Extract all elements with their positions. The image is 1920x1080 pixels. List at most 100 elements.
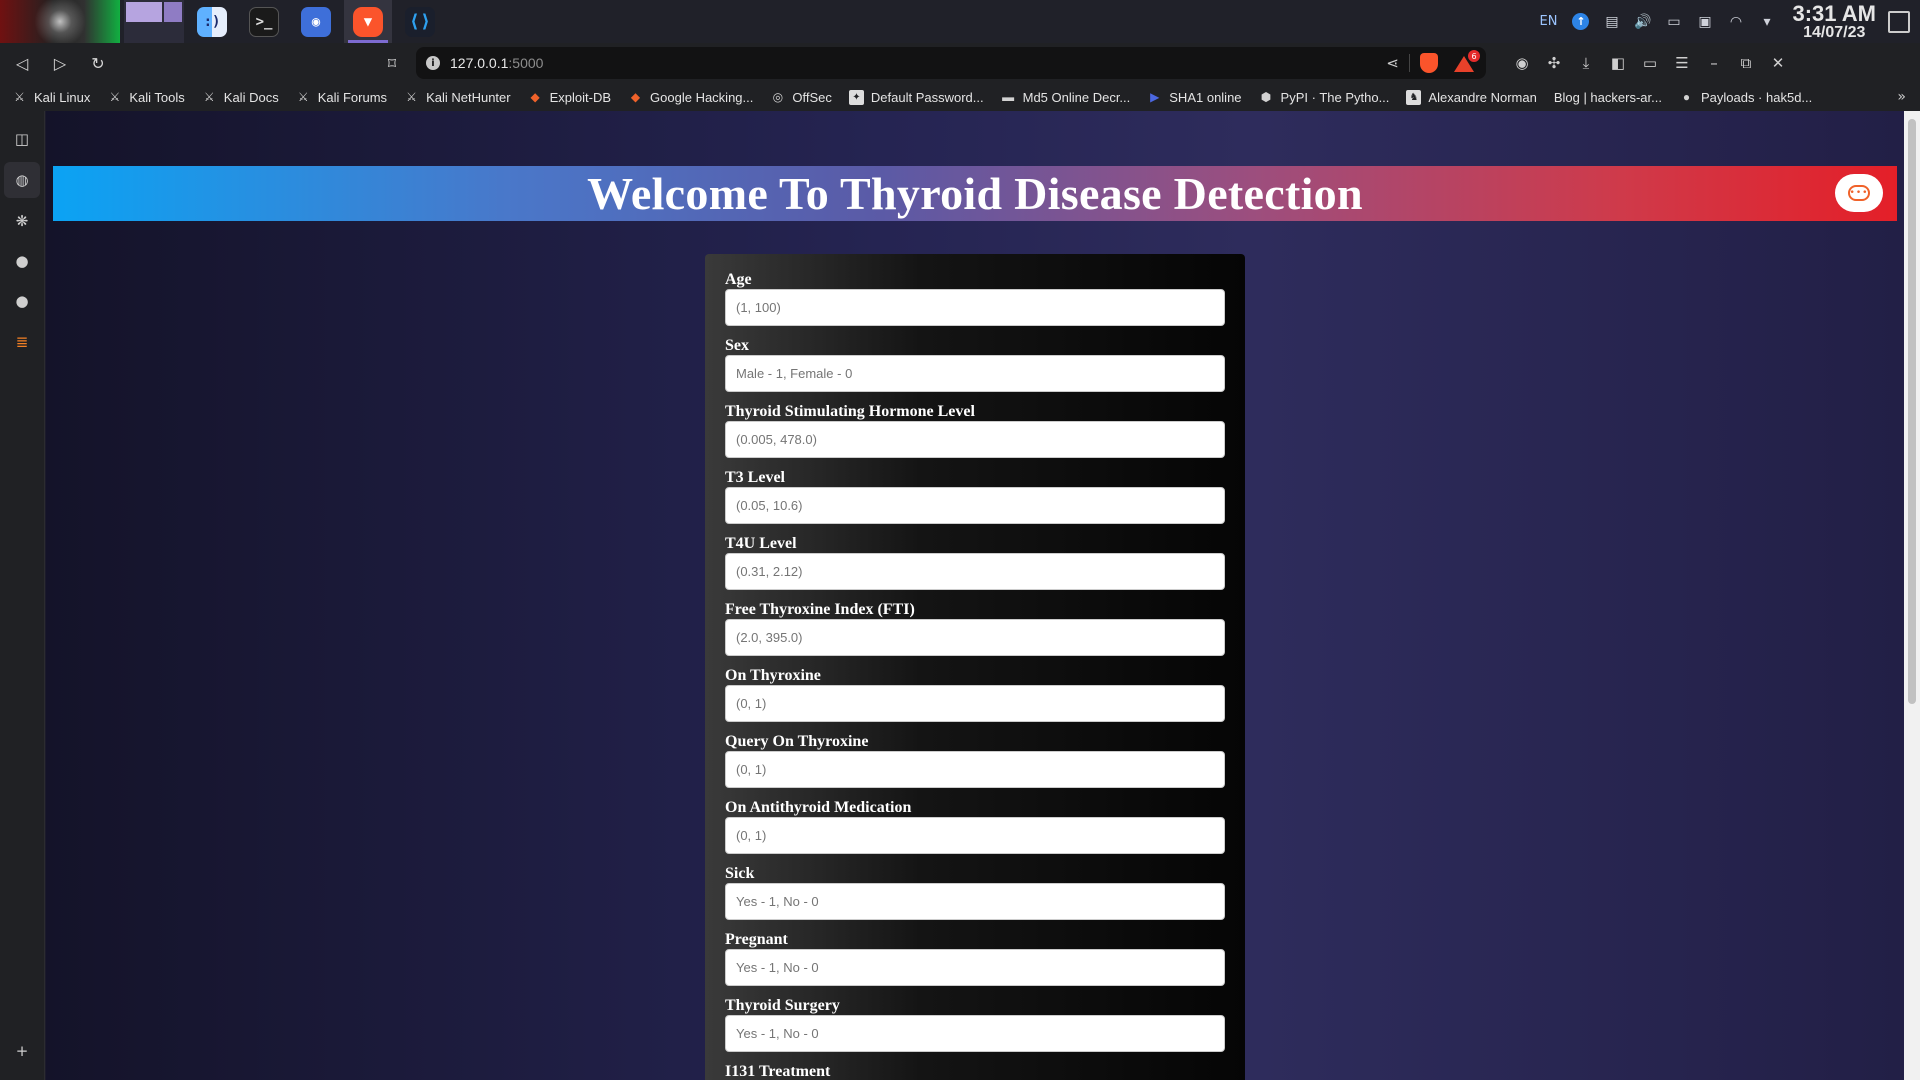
workspace-switcher[interactable] [124,0,184,43]
show-desktop-button[interactable] [1888,10,1910,33]
field-query-on-thyroxine: Query On Thyroxine [725,732,1225,788]
t3-input[interactable] [725,487,1225,524]
sidebar-panel-icon[interactable]: ◫ [11,128,33,150]
people-icon: ◉ [301,6,331,37]
clipboard-icon[interactable]: ▤ [1603,13,1620,30]
restore-icon[interactable]: ⧉ [1730,47,1762,79]
bookmark-label: Md5 Online Decr... [1022,89,1131,105]
tsh-input[interactable] [725,421,1225,458]
bookmark-exploit-db[interactable]: ◆ Exploit-DB [528,90,611,105]
page-scrollbar[interactable] [1904,111,1920,1080]
bookmark-label: Kali Linux [34,89,91,105]
bookmark-md5-online[interactable]: ▬ Md5 Online Decr... [1001,89,1131,105]
chat-button[interactable]: ••• [1835,174,1883,212]
downloads-icon[interactable]: ⤓ [1570,47,1602,79]
system-tray: EN ↑ ▤ 🔊 ▭ ▣ ◠ ▾ 3:31 AM 14/07/23 [1532,0,1920,43]
bookmark-label: OffSec [792,89,832,105]
stackoverflow-icon[interactable]: ≣ [11,331,33,353]
age-input[interactable] [725,289,1225,326]
bookmark-hackers-blog[interactable]: Blog | hackers-ar... [1554,90,1662,105]
brave-shields-icon[interactable] [1420,53,1438,73]
url-port: :5000 [508,55,544,71]
wallet-icon[interactable]: ◉ [1506,47,1538,79]
page-title: Welcome To Thyroid Disease Detection [587,168,1363,219]
thyroid-surgery-input[interactable] [725,1015,1225,1052]
bookmark-default-password[interactable]: ✦ Default Password... [848,89,984,105]
bookmark-offsec[interactable]: ◎ OffSec [770,90,832,105]
clock[interactable]: 3:31 AM 14/07/23 [1792,2,1876,41]
kali-dragon-icon: ⚔ [406,90,417,104]
query-on-thyroxine-input[interactable] [725,751,1225,788]
bookmark-label: Default Password... [870,89,984,105]
sick-input[interactable] [725,883,1225,920]
bookmark-alexandre-norman[interactable]: ♞ Alexandre Norman [1406,89,1537,105]
taskbar-app-finder[interactable]: :) [188,0,236,43]
bookmark-page-button[interactable]: ⌑ [376,47,408,79]
menu-icon[interactable]: ☰ [1666,47,1698,79]
globe-icon[interactable]: ◍ [11,169,33,191]
taskbar-app-brave[interactable]: ▼ [344,0,392,43]
bookmark-icon: ⌑ [387,53,397,73]
bookmark-kali-docs[interactable]: ⚔ Kali Docs [202,90,279,105]
bookmark-kali-linux[interactable]: ⚔ Kali Linux [12,90,90,105]
github-icon[interactable]: ● [11,290,33,312]
brave-wallet-icon[interactable]: ▭ [1634,47,1666,79]
field-thyroid-surgery: Thyroid Surgery [725,996,1225,1052]
battery-icon[interactable]: ▭ [1665,13,1682,30]
brave-rewards-icon[interactable]: 6 [1454,50,1480,72]
field-label: On Thyroxine [725,667,821,684]
updates-icon[interactable]: ↑ [1572,13,1590,30]
extensions-icon[interactable]: ✣ [1538,47,1570,79]
scrollbar-thumb[interactable] [1908,119,1916,704]
field-label: Query On Thyroxine [725,733,869,750]
antithyroid-medication-input[interactable] [725,817,1225,854]
desktop-preview[interactable] [0,0,120,43]
taskbar-app-vscode[interactable]: ⟨⟩ [396,0,444,43]
back-icon: ◁ [15,53,29,73]
share-icon[interactable]: ⋖ [1386,54,1399,72]
bookmark-kali-tools[interactable]: ⚔ Kali Tools [107,90,184,105]
site-info-icon[interactable]: i [426,56,440,70]
tray-expand-icon[interactable]: ▾ [1758,13,1775,30]
sidebar-toggle-icon[interactable]: ◧ [1602,47,1634,79]
field-label: Sex [725,337,749,354]
kali-dragon-icon: ⚔ [109,90,121,104]
bookmarks-bar: ⚔ Kali Linux ⚔ Kali Tools ⚔ Kali Docs ⚔ Kali… [0,83,1920,111]
terminal-icon: >_ [249,6,279,37]
volume-icon[interactable]: 🔊 [1634,13,1651,30]
reload-icon: ↻ [91,53,105,73]
t4u-input[interactable] [725,553,1225,590]
sex-input[interactable] [725,355,1225,392]
bookmark-payloads[interactable]: ● Payloads · hak5d... [1679,90,1812,105]
on-thyroxine-input[interactable] [725,685,1225,722]
bookmarks-overflow-icon[interactable]: » [1897,89,1906,105]
pregnant-input[interactable] [725,949,1225,986]
chatgpt-icon[interactable]: ❋ [11,210,33,232]
add-sidebar-item-icon[interactable]: + [11,1040,33,1062]
keyboard-layout[interactable]: EN [1540,14,1558,29]
bookmark-sha1-online[interactable]: ▶ SHA1 online [1147,90,1241,105]
address-bar[interactable]: i 127.0.0.1 :5000 ⋖ 6 [416,47,1486,79]
wifi-icon[interactable]: ◠ [1727,13,1744,30]
bookmark-label: Kali Forums [317,89,388,105]
field-t4u: T4U Level [725,534,1225,590]
bookmark-kali-nethunter[interactable]: ⚔ Kali NetHunter [404,90,510,105]
bookmark-google-hacking[interactable]: ◆ Google Hacking... [628,90,753,105]
display-icon[interactable]: ▣ [1696,13,1713,30]
password-icon: ✦ [848,89,864,105]
github-icon[interactable]: ● [11,250,33,272]
bookmark-kali-forums[interactable]: ⚔ Kali Forums [296,90,387,105]
fti-input[interactable] [725,619,1225,656]
page-viewport: Welcome To Thyroid Disease Detection •••… [46,111,1904,1080]
bookmark-pypi[interactable]: ⬢ PyPI · The Pytho... [1259,90,1390,105]
field-label: Pregnant [725,931,788,948]
taskbar-app-people[interactable]: ◉ [292,0,340,43]
forward-button[interactable]: ▷ [44,47,76,79]
bookmark-label: Blog | hackers-ar... [1553,89,1662,105]
minimize-icon[interactable]: – [1698,47,1730,79]
close-icon[interactable]: ✕ [1762,47,1794,79]
back-button[interactable]: ◁ [6,47,38,79]
reload-button[interactable]: ↻ [82,47,114,79]
taskbar-app-terminal[interactable]: >_ [240,0,288,43]
vscode-icon: ⟨⟩ [405,6,435,37]
